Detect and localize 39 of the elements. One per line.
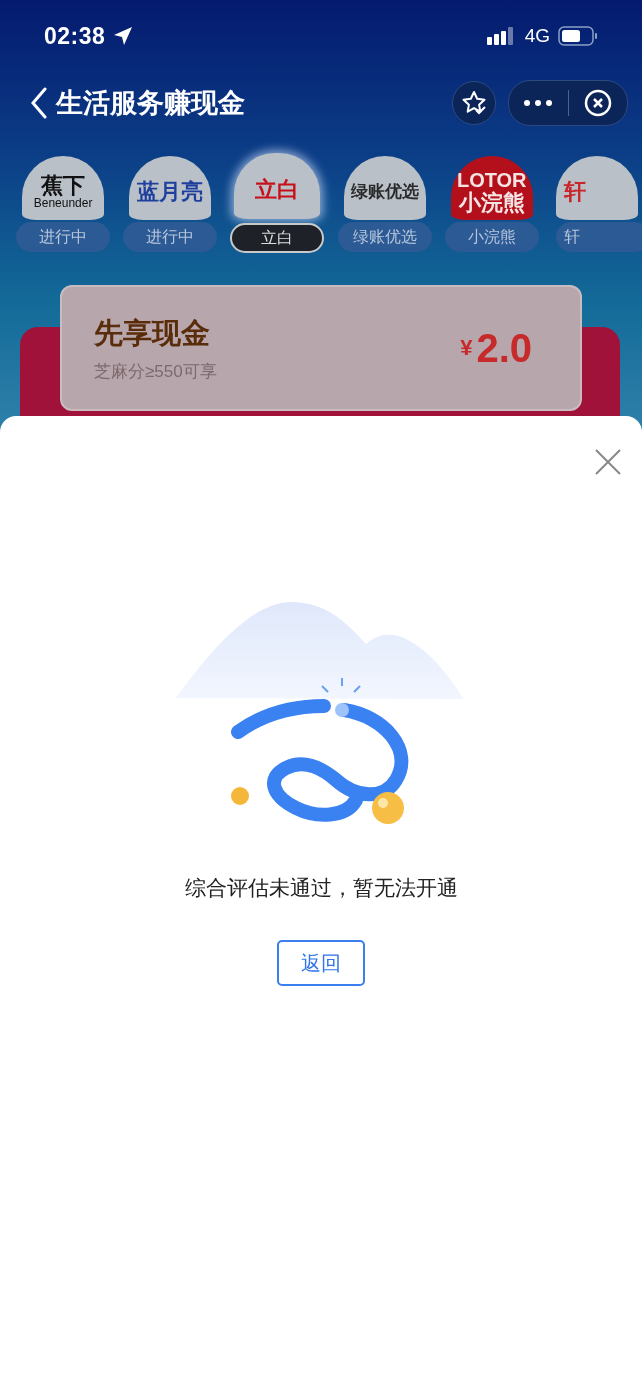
brand-tab[interactable]: 进行中 <box>16 222 111 252</box>
favorite-button[interactable] <box>452 81 496 125</box>
brand-tab[interactable]: 轩 <box>555 222 642 252</box>
brand-tab[interactable]: 立白 <box>230 223 325 253</box>
brand-logo[interactable]: 蕉下 Beneunder <box>22 156 105 220</box>
logo-text: LOTOR <box>456 169 527 191</box>
battery-icon <box>558 26 598 46</box>
result-message: 综合评估未通过，暂无法开通 <box>184 875 458 901</box>
close-button[interactable] <box>594 448 622 476</box>
location-arrow-icon <box>113 26 134 46</box>
brand-tab[interactable]: 绿账优选 <box>337 222 432 252</box>
star-check-icon <box>461 90 487 116</box>
currency-symbol: ¥ <box>460 335 473 361</box>
status-time: 02:38 <box>44 22 106 50</box>
back-chevron-icon[interactable] <box>30 87 48 119</box>
coupon-amount: 2.0 <box>476 325 532 371</box>
more-dots-icon <box>524 100 553 106</box>
brand-tab[interactable]: 小浣熊 <box>444 222 539 252</box>
brand-tab[interactable]: 进行中 <box>123 222 218 252</box>
cash-coupon[interactable]: 先享现金 芝麻分≥550可享 ¥2.0 <box>60 285 582 411</box>
logo-text: 小浣熊 <box>458 190 525 215</box>
brand-logo[interactable]: 轩 <box>555 156 638 220</box>
page-title: 生活服务赚现金 <box>56 87 245 120</box>
logo-text: Beneunder <box>33 197 93 210</box>
network-type: 4G <box>524 25 550 47</box>
logo-text: 轩 <box>563 180 586 204</box>
coupon-condition: 芝麻分≥550可享 <box>94 360 217 383</box>
logo-text: 绿账优选 <box>350 183 419 201</box>
brand-logo[interactable]: LOTOR 小浣熊 <box>450 156 533 220</box>
close-icon <box>594 448 622 476</box>
logo-text: 立白 <box>255 178 300 202</box>
brand-logo[interactable]: 绿账优选 <box>343 156 426 220</box>
coupon-title: 先享现金 <box>94 315 211 351</box>
brand-logo[interactable]: 立白 <box>234 153 321 219</box>
logo-text: 蓝月亮 <box>137 180 204 204</box>
logo-text: 蕉下 <box>41 174 86 198</box>
close-circle-icon <box>583 89 612 117</box>
brand-logo[interactable]: 蓝月亮 <box>129 156 212 220</box>
back-button[interactable]: 返回 <box>277 940 365 986</box>
